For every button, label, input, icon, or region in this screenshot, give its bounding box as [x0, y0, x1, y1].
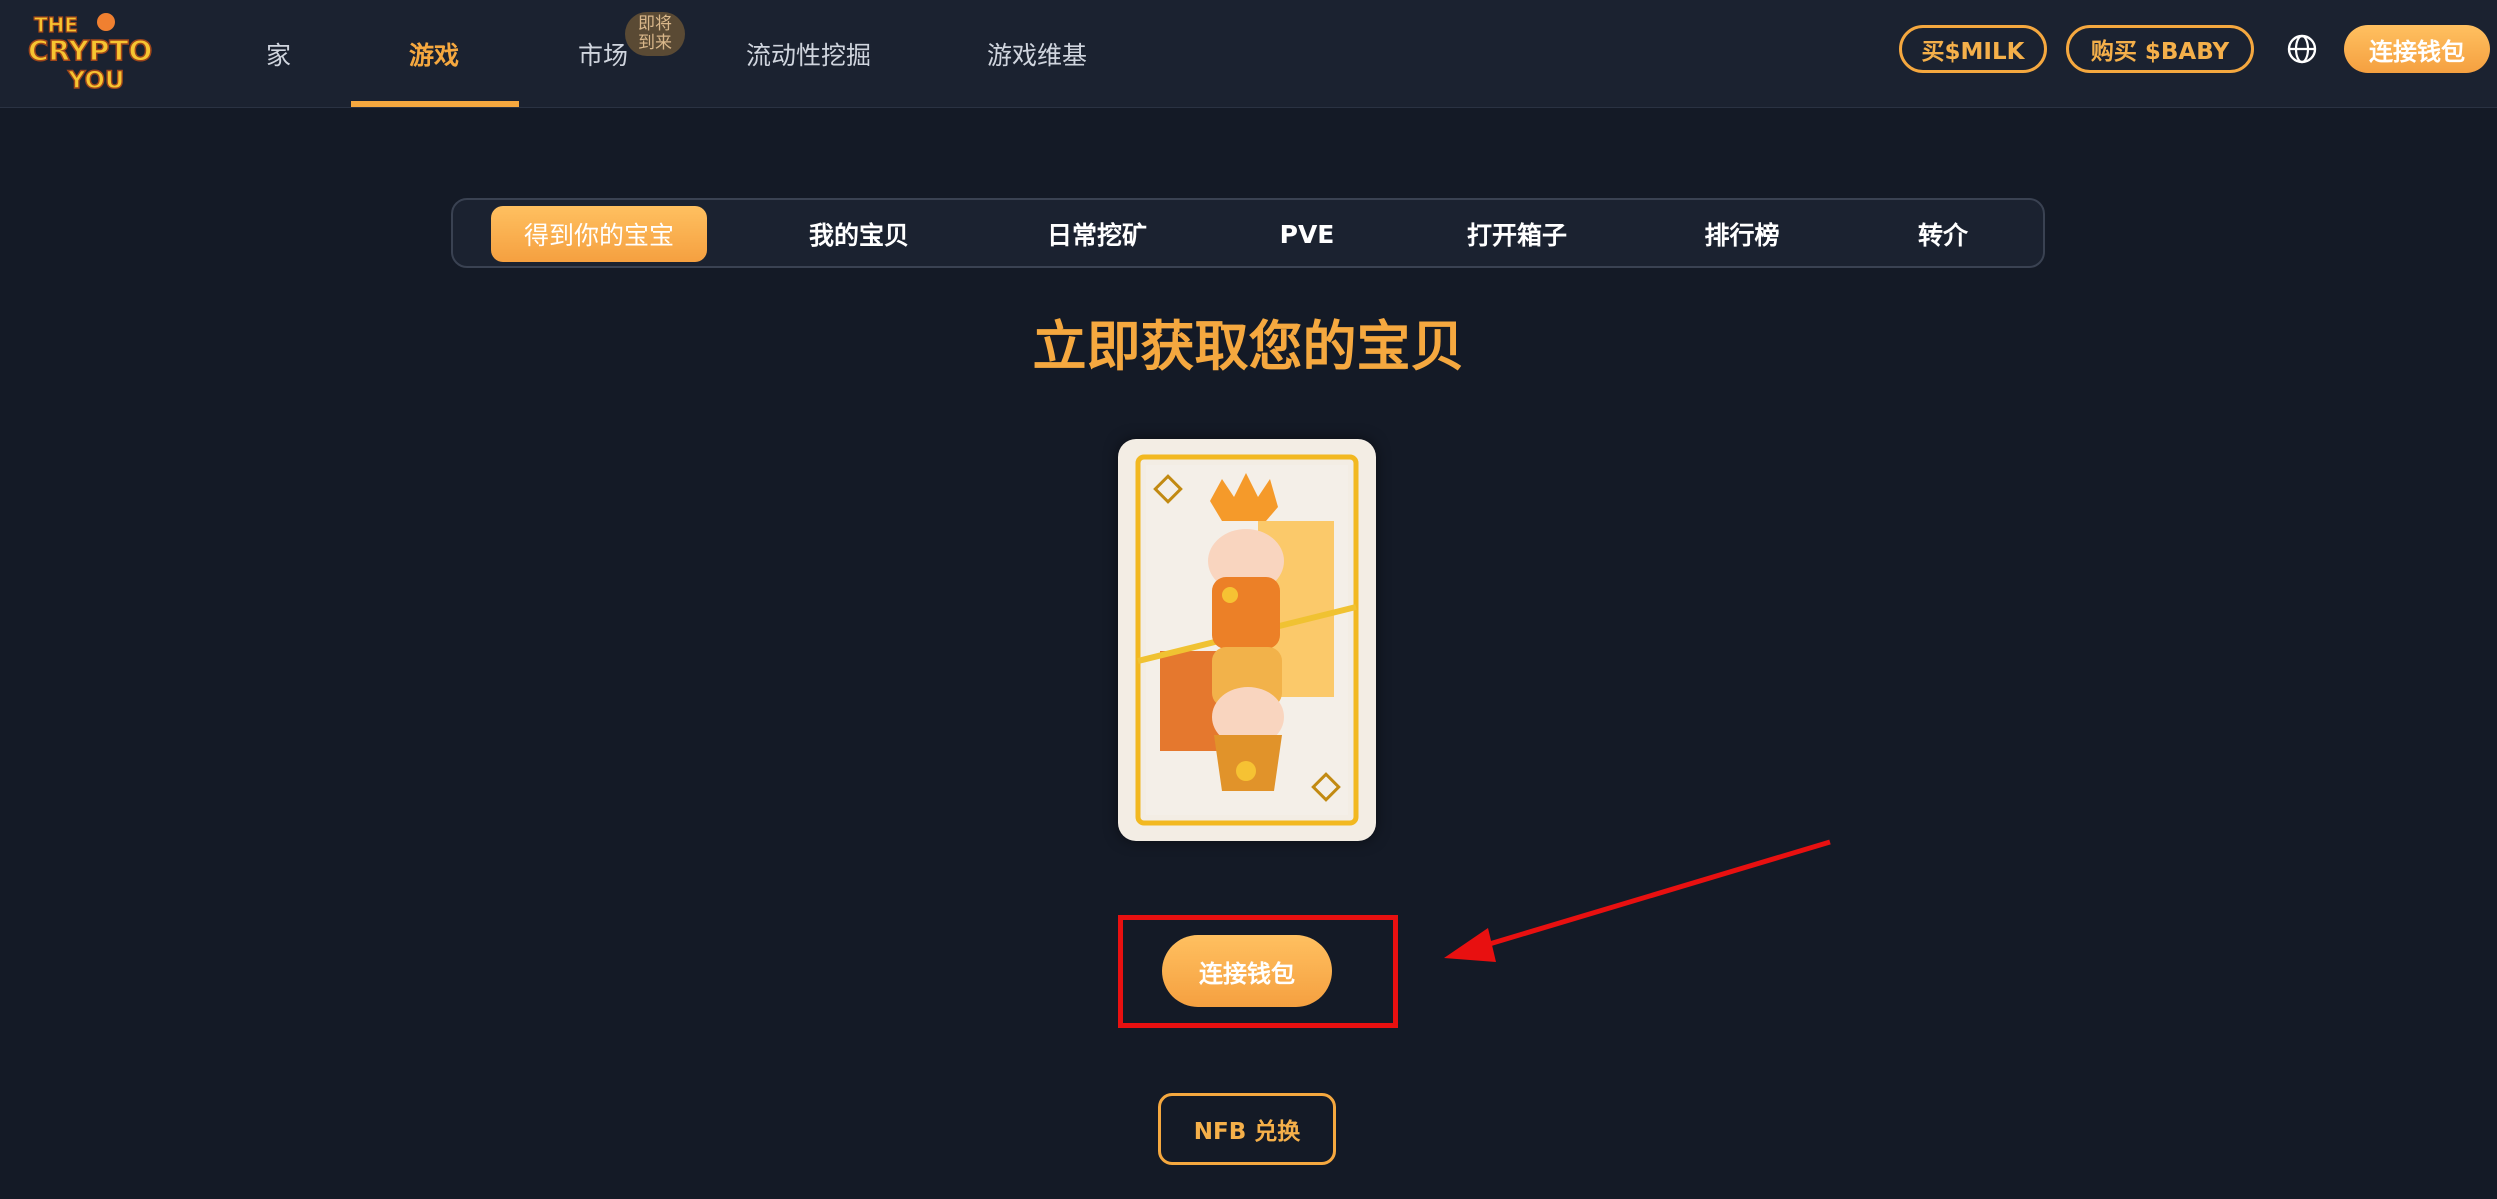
tab-my-baby[interactable]: 我的宝贝 [776, 206, 942, 262]
active-nav-underline [351, 101, 519, 107]
buy-baby-button[interactable]: 购买 $BABY [2066, 25, 2254, 73]
badge-line-2: 到来 [638, 33, 672, 53]
nav-liquidity-mining[interactable]: 流动性挖掘 [746, 0, 871, 108]
nav-market[interactable]: 市场 [578, 0, 628, 108]
top-navbar: THE CRYPTO YOU 家 游戏 市场 即将 到来 流动性挖掘 游戏维基 … [0, 0, 2497, 108]
baby-card-illustration [1135, 454, 1359, 826]
page-headline: 立即获取您的宝贝 [1032, 315, 1465, 378]
svg-text:CRYPTO: CRYPTO [28, 34, 152, 67]
tab-daily-mining[interactable]: 日常挖矿 [1017, 206, 1177, 262]
annotation-arrow-icon [1444, 839, 1831, 962]
nfb-exchange-button[interactable]: NFB 兑换 [1158, 1093, 1336, 1165]
connect-wallet-button[interactable]: 连接钱包 [1162, 935, 1332, 1007]
svg-text:YOU: YOU [67, 66, 124, 94]
baby-card [1118, 439, 1376, 841]
tab-get-baby[interactable]: 得到你的宝宝 [491, 206, 707, 262]
nav-game[interactable]: 游戏 [409, 0, 459, 108]
nav-game-wiki[interactable]: 游戏维基 [987, 0, 1087, 108]
tab-referral[interactable]: 转介 [1880, 206, 2006, 262]
header-connect-wallet-button[interactable]: 连接钱包 [2344, 25, 2490, 73]
globe-icon[interactable] [2286, 33, 2318, 65]
tab-pve[interactable]: PVE [1250, 206, 1364, 262]
nav-home[interactable]: 家 [266, 0, 291, 108]
buy-milk-button[interactable]: 买$MILK [1899, 25, 2047, 73]
tab-leaderboard[interactable]: 排行榜 [1672, 206, 1812, 262]
badge-line-1: 即将 [638, 14, 672, 34]
coming-soon-badge: 即将 到来 [625, 12, 685, 56]
the-crypto-you-logo[interactable]: THE CRYPTO YOU [26, 8, 176, 96]
tab-open-box[interactable]: 打开箱子 [1440, 206, 1594, 262]
